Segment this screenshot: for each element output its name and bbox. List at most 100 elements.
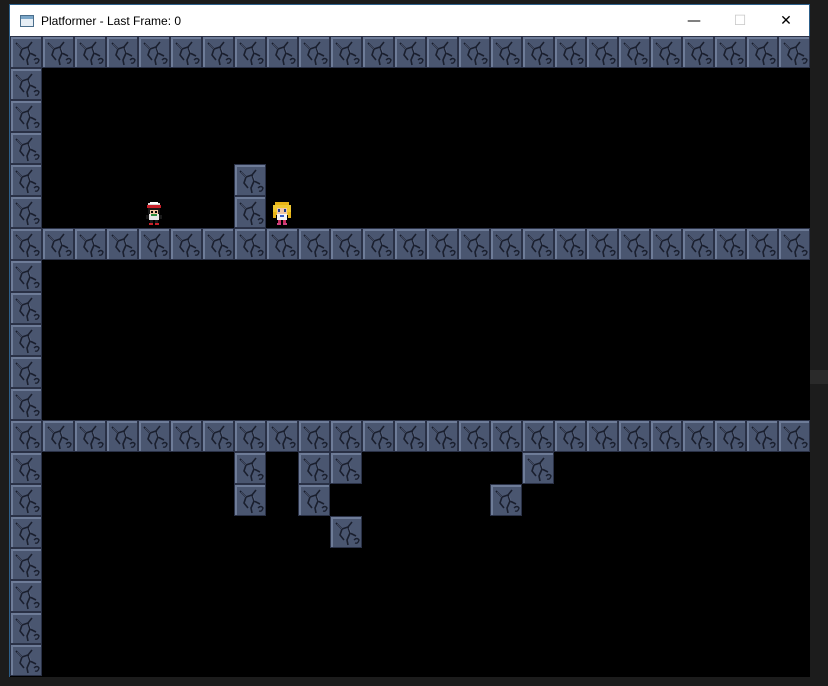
- title-bar[interactable]: Platformer - Last Frame: 0 — ☐ ✕: [10, 5, 809, 36]
- stone-block-tile: [10, 228, 42, 260]
- maximize-button[interactable]: ☐: [717, 5, 763, 36]
- stone-block-tile: [106, 420, 138, 452]
- stone-block-tile: [10, 356, 42, 388]
- stone-block-tile: [522, 420, 554, 452]
- stone-block-tile: [138, 36, 170, 68]
- stone-block-tile: [42, 36, 74, 68]
- stone-block-tile: [458, 420, 490, 452]
- game-canvas[interactable]: [10, 36, 810, 677]
- stone-block-tile: [106, 228, 138, 260]
- stone-block-tile: [522, 452, 554, 484]
- stone-block-tile: [682, 228, 714, 260]
- stone-block-tile: [394, 420, 426, 452]
- stone-block-tile: [10, 548, 42, 580]
- stone-block-tile: [10, 420, 42, 452]
- stone-block-tile: [10, 36, 42, 68]
- stone-block-tile: [778, 420, 810, 452]
- game-window: Platformer - Last Frame: 0 — ☐ ✕: [9, 4, 810, 677]
- minimize-button[interactable]: —: [671, 5, 717, 36]
- stone-block-tile: [10, 388, 42, 420]
- stone-block-tile: [554, 36, 586, 68]
- close-button[interactable]: ✕: [763, 5, 809, 36]
- stone-block-tile: [650, 228, 682, 260]
- stone-block-tile: [490, 420, 522, 452]
- stone-block-tile: [586, 228, 618, 260]
- stone-block-tile: [106, 36, 138, 68]
- stone-block-tile: [10, 484, 42, 516]
- stone-block-tile: [10, 164, 42, 196]
- background-window-edge: [810, 370, 828, 384]
- stone-block-tile: [650, 36, 682, 68]
- stone-block-tile: [746, 36, 778, 68]
- stone-block-tile: [522, 228, 554, 260]
- stone-block-tile: [618, 228, 650, 260]
- stone-block-tile: [74, 228, 106, 260]
- stone-block-tile: [362, 420, 394, 452]
- stone-block-tile: [10, 644, 42, 676]
- stone-block-tile: [586, 420, 618, 452]
- stone-block-tile: [458, 36, 490, 68]
- stone-block-tile: [10, 452, 42, 484]
- stone-block-tile: [362, 228, 394, 260]
- stone-block-tile: [266, 36, 298, 68]
- window-app-icon: [20, 14, 34, 27]
- stone-block-tile: [618, 36, 650, 68]
- taskbar-edge: [0, 677, 828, 686]
- stone-block-tile: [362, 36, 394, 68]
- stone-block-tile: [586, 36, 618, 68]
- stone-block-tile: [202, 228, 234, 260]
- stone-block-tile: [330, 516, 362, 548]
- stone-block-tile: [554, 228, 586, 260]
- stone-block-tile: [234, 196, 266, 228]
- stone-block-tile: [394, 228, 426, 260]
- stone-block-tile: [10, 516, 42, 548]
- stone-block-tile: [234, 36, 266, 68]
- stone-block-tile: [458, 228, 490, 260]
- stone-block-tile: [778, 36, 810, 68]
- stone-block-tile: [202, 36, 234, 68]
- quote-character-sprite: [141, 200, 167, 231]
- stone-block-tile: [490, 36, 522, 68]
- stone-block-tile: [10, 612, 42, 644]
- stone-block-tile: [490, 484, 522, 516]
- stone-block-tile: [10, 292, 42, 324]
- stone-block-tile: [298, 452, 330, 484]
- stone-block-tile: [10, 260, 42, 292]
- stone-block-tile: [234, 228, 266, 260]
- stone-block-tile: [138, 420, 170, 452]
- stone-block-tile: [426, 228, 458, 260]
- stone-block-tile: [42, 228, 74, 260]
- caption-buttons: — ☐ ✕: [671, 5, 809, 36]
- stone-block-tile: [202, 420, 234, 452]
- stone-block-tile: [746, 228, 778, 260]
- stone-block-tile: [714, 36, 746, 68]
- stone-block-tile: [74, 420, 106, 452]
- stone-block-tile: [298, 484, 330, 516]
- stone-block-tile: [138, 228, 170, 260]
- stone-block-tile: [170, 228, 202, 260]
- stone-block-tile: [10, 324, 42, 356]
- stone-block-tile: [10, 580, 42, 612]
- stone-block-tile: [234, 484, 266, 516]
- stone-block-tile: [10, 132, 42, 164]
- stone-block-tile: [746, 420, 778, 452]
- stone-block-tile: [330, 36, 362, 68]
- stone-block-tile: [778, 228, 810, 260]
- stone-block-tile: [266, 420, 298, 452]
- stone-block-tile: [682, 36, 714, 68]
- stone-block-tile: [522, 36, 554, 68]
- curly-character-sprite: [269, 200, 295, 231]
- stone-block-tile: [618, 420, 650, 452]
- stone-block-tile: [330, 228, 362, 260]
- stone-block-tile: [650, 420, 682, 452]
- stone-block-tile: [426, 36, 458, 68]
- window-title: Platformer - Last Frame: 0: [41, 13, 182, 28]
- stone-block-tile: [170, 420, 202, 452]
- stone-block-tile: [330, 452, 362, 484]
- stone-block-tile: [298, 228, 330, 260]
- stone-block-tile: [10, 196, 42, 228]
- stone-block-tile: [330, 420, 362, 452]
- stone-block-tile: [266, 228, 298, 260]
- stone-block-tile: [234, 420, 266, 452]
- stone-block-tile: [234, 164, 266, 196]
